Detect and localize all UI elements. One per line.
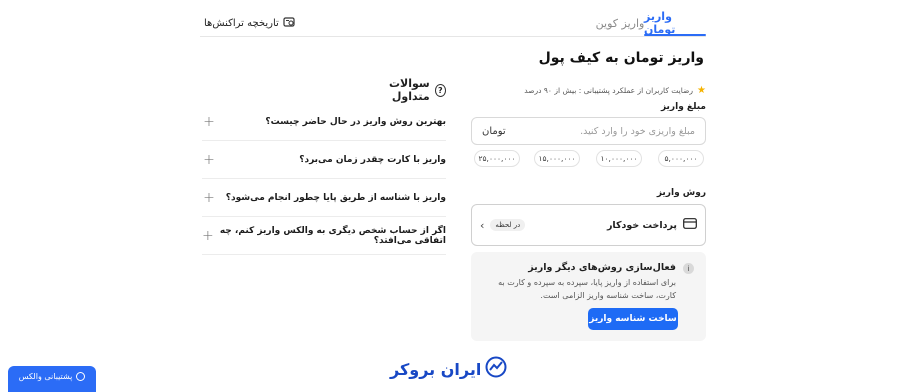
plus-icon: + [202,227,214,244]
deposit-method-label: روش واریز [656,188,706,198]
faq-item[interactable]: + واریز با شناسه از طریق پایا چطور انجام… [202,179,446,217]
transaction-history-link[interactable]: تاریخچه تراکنش‌ها [204,14,295,32]
satisfaction-note: ★ رضایت کاربران از عملکرد پشتیبانی : بیش… [524,85,706,96]
faq-question: واریز با شناسه از طریق پایا چطور انجام م… [225,192,446,203]
preset-amount-chip[interactable]: ۱۰,۰۰۰,۰۰۰ [596,150,642,167]
plus-icon: + [203,151,215,168]
card-icon [683,218,697,232]
info-icon: i [683,263,694,274]
activation-text: برای استفاده از واریز پایا، سپرده به سپر… [498,278,676,300]
instant-badge: در لحظه [490,219,526,231]
tabs-divider [200,36,706,37]
brand-logo: ایران بروکر [390,356,507,382]
faq-question: بهترین روش واریز در حال حاضر چیست؟ [265,116,446,127]
method-name: پرداخت خودکار [606,219,677,231]
plus-icon: + [203,113,215,130]
faq-question: واریز با کارت چقدر زمان می‌برد؟ [299,154,446,165]
question-icon: ? [434,83,446,97]
faq-title-label: سوالات متداول [388,77,430,103]
satisfaction-text: رضایت کاربران از عملکرد پشتیبانی : بیش ا… [524,86,694,95]
currency-unit: تومان [482,125,506,137]
faq-title: ? سوالات متداول [360,77,446,103]
preset-amount-chip[interactable]: ۱۵,۰۰۰,۰۰۰ [534,150,580,167]
plus-icon: + [203,189,215,206]
support-chat-button[interactable]: پشتیبانی والکس [8,366,96,392]
amount-placeholder: مبلغ واریزی خود را وارد کنید. [580,125,695,137]
tab-deposit-coin[interactable]: واریز کوین [592,10,648,36]
create-deposit-id-button[interactable]: ساخت شناسه واریز [588,308,678,330]
page-title: واریز تومان به کیف پول [538,50,704,66]
amount-input[interactable]: تومان مبلغ واریزی خود را وارد کنید. [471,117,706,145]
preset-amount-chip[interactable]: ۵,۰۰۰,۰۰۰ [658,150,704,167]
preset-amount-chip[interactable]: ۲۵,۰۰۰,۰۰۰ [474,150,520,167]
activation-card: i فعال‌سازی روش‌های دیگر واریز برای استف… [471,252,706,341]
faq-item[interactable]: + اگر از حساب شخص دیگری به والکس واریز ک… [202,217,446,255]
chat-icon [76,371,86,381]
deposit-method-selector[interactable]: ‹ در لحظه پرداخت خودکار [471,204,706,246]
history-label: تاریخچه تراکنش‌ها [204,17,279,29]
faq-question: اگر از حساب شخص دیگری به والکس واریز کنم… [219,225,446,246]
activation-title: فعال‌سازی روش‌های دیگر واریز [528,262,676,273]
star-icon: ★ [697,85,706,96]
chevron-left-icon: ‹ [480,218,485,232]
logo-text: ایران بروکر [390,359,482,379]
history-icon [283,16,295,31]
amount-label: مبلغ واریز [660,102,706,112]
tab-deposit-toman[interactable]: واریز تومان [644,10,706,36]
faq-item[interactable]: + بهترین روش واریز در حال حاضر چیست؟ [202,103,446,141]
logo-mark-icon [485,356,507,382]
support-label: پشتیبانی والکس [18,371,73,381]
faq-item[interactable]: + واریز با کارت چقدر زمان می‌برد؟ [202,141,446,179]
